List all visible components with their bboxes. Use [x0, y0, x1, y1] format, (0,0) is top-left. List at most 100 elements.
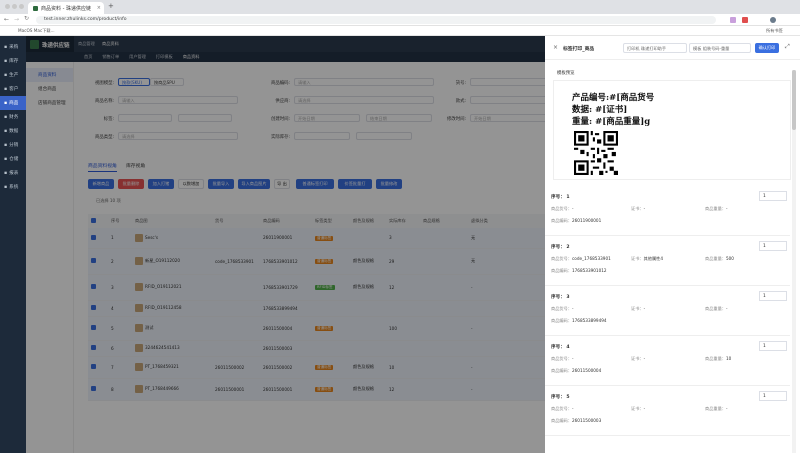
sidenav-item-1[interactable]: ▪ 库存 — [0, 54, 26, 68]
sidenav-label: 数据 — [9, 129, 19, 134]
confirm-print-button[interactable]: 确认打印 — [755, 43, 779, 53]
field-code: 商品货号：- — [551, 406, 574, 411]
record-seq: 序号： 1 — [551, 195, 570, 200]
field-cert: 证书：- — [631, 406, 646, 411]
sidenav-label: 客户 — [9, 87, 19, 92]
quantity-input[interactable]: 1 — [759, 391, 787, 401]
field-weight: 商品重量：- — [705, 306, 728, 311]
window-zoom-dot[interactable] — [19, 4, 24, 9]
browser-tab[interactable]: 商品资料 - 珠递供应链 × — [28, 2, 104, 14]
record-seq: 序号： 4 — [551, 345, 570, 350]
reload-icon[interactable]: ↻ — [24, 15, 29, 22]
address-bar-row: ← → ↻ test.inner.zhulinks.com/product/in… — [0, 14, 800, 26]
window-minimize-dot[interactable] — [12, 4, 17, 9]
new-tab-icon[interactable]: + — [108, 2, 114, 10]
sidenav-label: 财务 — [9, 115, 19, 120]
sidenav-label: 仓储 — [9, 157, 19, 162]
nav-icon: ▪ — [4, 86, 8, 92]
app-sidenav: ▪ 采购 ▪ 库存 ▪ 生产 ▪ 客户 ▪ 商品 ▪ 财务 ▪ 数据 ▪ 分销 ▪ 仓储 ▪ 报表 ▪ 系统 — [0, 36, 26, 453]
sidenav-item-10[interactable]: ▪ 系统 — [0, 180, 26, 194]
profile-avatar[interactable] — [770, 17, 776, 23]
field-no: 商品编码：26011500004 — [551, 368, 602, 373]
print-record: 序号： 3 1 商品货号：- 证书：- 商品重量：- 商品编码：1768533899494 — [545, 286, 790, 336]
sidenav-label: 采购 — [9, 45, 19, 50]
sidenav-item-9[interactable]: ▪ 报表 — [0, 166, 26, 180]
field-no: 商品编码：26011500003 — [551, 418, 602, 423]
field-weight: 商品重量：500 — [705, 256, 734, 261]
quantity-input[interactable]: 1 — [759, 291, 787, 301]
drawer-scroll-thumb[interactable] — [792, 70, 796, 130]
nav-icon: ▪ — [4, 128, 8, 134]
print-record: 序号： 1 1 商品货号：- 证书：- 商品重量：- 商品编码：26011900001 — [545, 186, 790, 236]
fullscreen-icon[interactable]: ⤢ — [785, 43, 790, 51]
sidenav-item-2[interactable]: ▪ 生产 — [0, 68, 26, 82]
field-no: 商品编码：26011900001 — [551, 218, 602, 223]
quantity-input[interactable]: 1 — [759, 191, 787, 201]
drawer-title: 标签打印_商品 — [563, 47, 595, 52]
browser-tab-bar: 商品资料 - 珠递供应链 × + — [0, 0, 800, 14]
tab-title: 商品资料 - 珠递供应链 — [41, 5, 91, 12]
quantity-input[interactable]: 1 — [759, 341, 787, 351]
favicon-icon — [33, 5, 38, 11]
nav-icon: ▪ — [4, 72, 8, 78]
template-select[interactable]: 模板 组装号码-重量 — [689, 43, 751, 53]
field-weight: 商品重量：- — [705, 206, 728, 211]
sidenav-label: 生产 — [9, 73, 19, 78]
record-seq: 序号： 5 — [551, 395, 570, 400]
sidenav-item-8[interactable]: ▪ 仓储 — [0, 152, 26, 166]
sidenav-label: 库存 — [9, 59, 19, 64]
field-code: 商品货号：- — [551, 306, 574, 311]
preview-line-2: 数据: #[证书] — [572, 105, 628, 115]
nav-icon: ▪ — [4, 100, 8, 106]
nav-icon: ▪ — [4, 170, 8, 176]
window-close-dot[interactable] — [5, 4, 10, 9]
sidenav-item-4[interactable]: ▪ 商品 — [0, 96, 26, 110]
extension-icon[interactable] — [730, 17, 736, 23]
field-no: 商品编码：1768533901012 — [551, 268, 607, 273]
forward-icon[interactable]: → — [14, 16, 19, 23]
all-bookmarks[interactable]: 所有书签 — [766, 28, 783, 34]
nav-icon: ▪ — [4, 114, 8, 120]
sidenav-item-7[interactable]: ▪ 分销 — [0, 138, 26, 152]
record-seq: 序号： 2 — [551, 245, 570, 250]
sidenav-item-5[interactable]: ▪ 财务 — [0, 110, 26, 124]
close-icon[interactable]: × — [553, 44, 558, 51]
print-record: 序号： 4 1 商品货号：- 证书：- 商品重量：10 商品编码：26011500004 — [545, 336, 790, 386]
nav-icon: ▪ — [4, 44, 8, 50]
field-cert: 证书：其他属性4 — [631, 256, 663, 261]
extension-red-icon[interactable] — [742, 17, 748, 23]
drawer-header: × 标签打印_商品 打印机 珠递打印助手 模板 组装号码-重量 确认打印 ⤢ — [545, 36, 800, 60]
sidenav-item-6[interactable]: ▪ 数据 — [0, 124, 26, 138]
field-code: 商品货号：code_1768533901 — [551, 256, 611, 261]
qr-code-icon — [574, 131, 618, 175]
preview-line-3: 重量: #[商品重量]g — [572, 117, 651, 127]
print-record: 序号： 2 1 商品货号：code_1768533901 证书：其他属性4 商品重量：5… — [545, 236, 790, 286]
label-print-drawer: × 标签打印_商品 打印机 珠递打印助手 模板 组装号码-重量 确认打印 ⤢ 模… — [545, 36, 800, 453]
field-no: 商品编码：1768533899494 — [551, 318, 607, 323]
preview-title: 模板预览 — [557, 71, 575, 76]
nav-icon: ▪ — [4, 156, 8, 162]
url-input[interactable]: test.inner.zhulinks.com/product/info — [36, 16, 716, 24]
field-weight: 商品重量：- — [705, 406, 728, 411]
field-cert: 证书：- — [631, 206, 646, 211]
field-cert: 证书：- — [631, 356, 646, 361]
nav-icon: ▪ — [4, 184, 8, 190]
field-cert: 证书：- — [631, 306, 646, 311]
quantity-input[interactable]: 1 — [759, 241, 787, 251]
modal-overlay[interactable] — [26, 36, 545, 453]
bookmarks-bar: MacOS Mac下载... 所有书签 — [0, 26, 800, 36]
preview-line-1: 产品编号:#[商品货号 — [572, 93, 655, 103]
tab-close-icon[interactable]: × — [97, 5, 101, 11]
sidenav-item-3[interactable]: ▪ 客户 — [0, 82, 26, 96]
back-icon[interactable]: ← — [4, 16, 9, 23]
printer-select[interactable]: 打印机 珠递打印助手 — [623, 43, 687, 53]
field-code: 商品货号：- — [551, 356, 574, 361]
nav-icon: ▪ — [4, 58, 8, 64]
record-seq: 序号： 3 — [551, 295, 570, 300]
template-preview: 产品编号:#[商品货号 数据: #[证书] 重量: #[商品重量]g — [553, 80, 791, 180]
nav-icon: ▪ — [4, 142, 8, 148]
sidenav-item-0[interactable]: ▪ 采购 — [0, 40, 26, 54]
bookmark-item[interactable]: MacOS Mac下载... — [18, 28, 55, 34]
field-weight: 商品重量：10 — [705, 356, 732, 361]
sidenav-label: 报表 — [9, 171, 19, 176]
